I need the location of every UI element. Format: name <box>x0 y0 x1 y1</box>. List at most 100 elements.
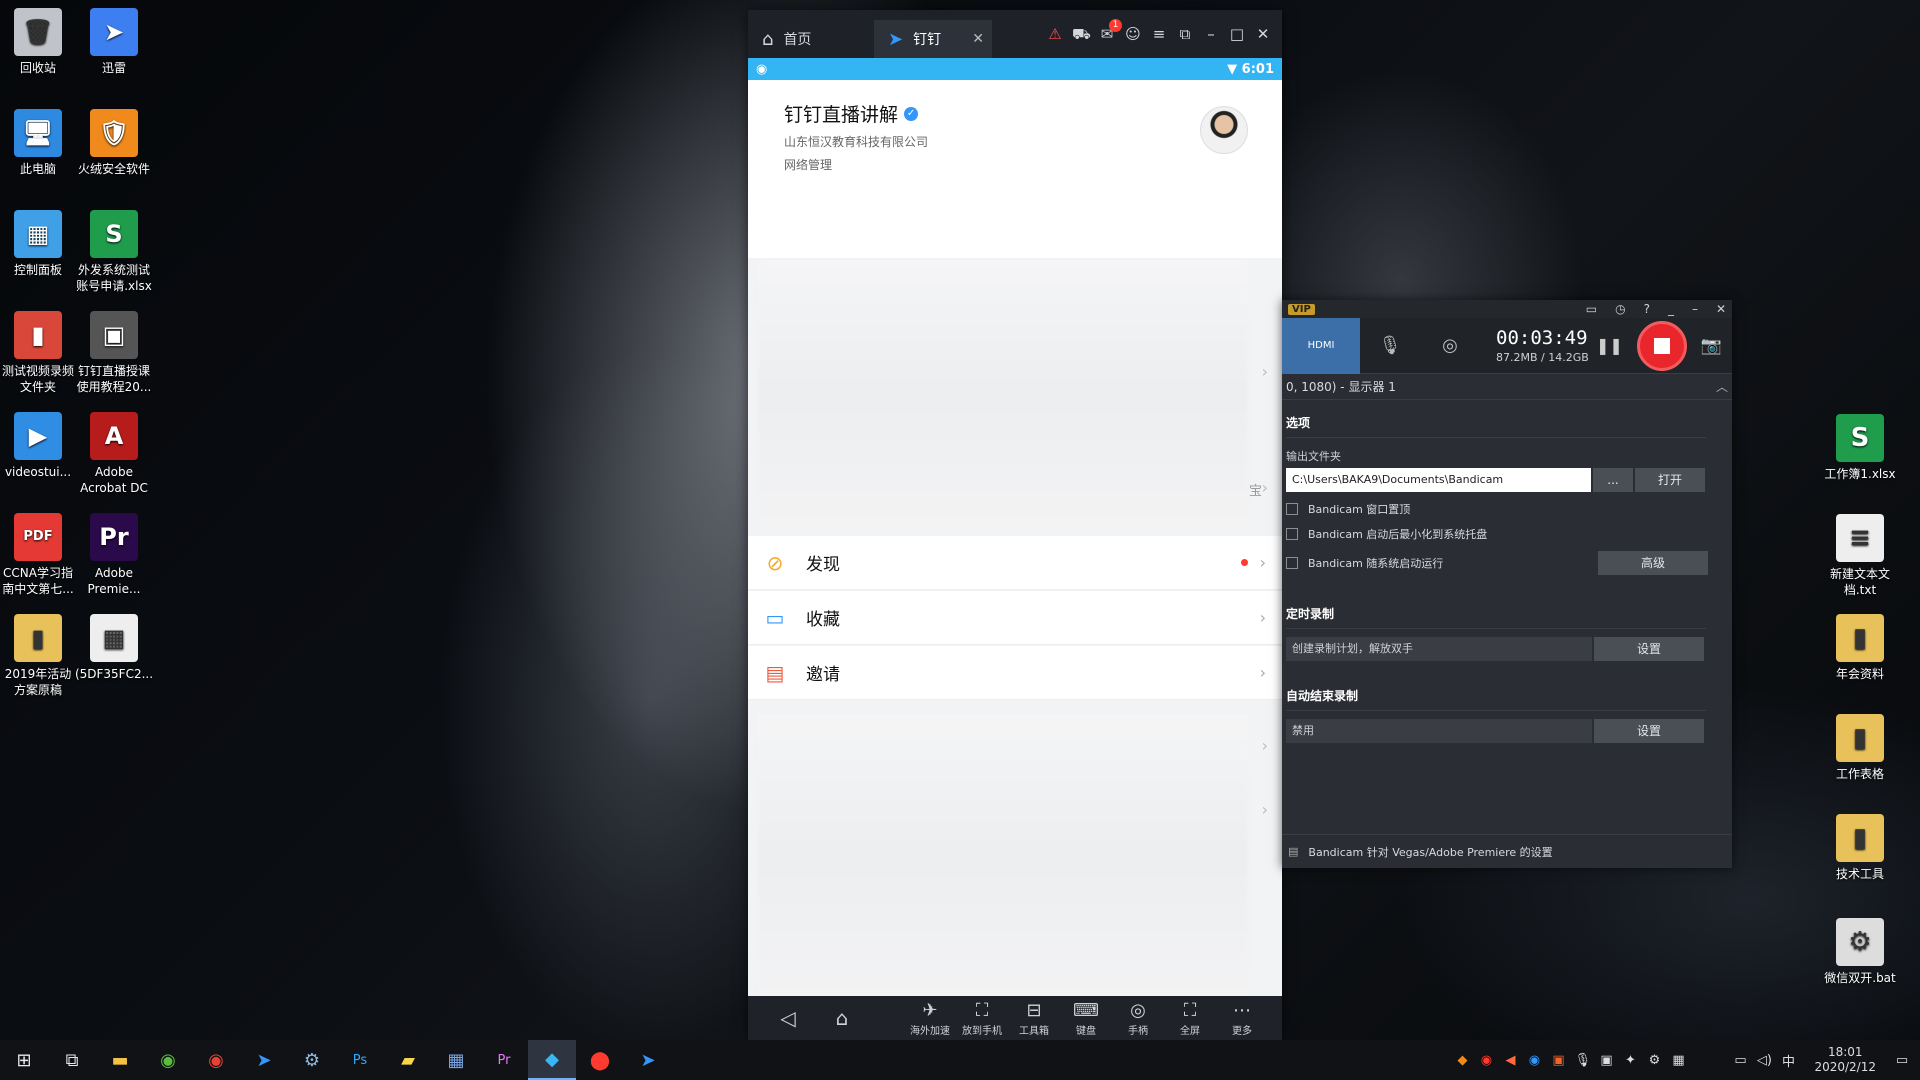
pause-icon[interactable]: ❚❚ <box>1596 336 1623 355</box>
file-explorer-button[interactable]: ▬ <box>96 1040 144 1080</box>
profile-card[interactable]: 钉钉直播讲解 ✓ 山东恒汉教育科技有限公司 网络管理 <box>748 80 1282 258</box>
sticky-notes-button[interactable]: ▰ <box>384 1040 432 1080</box>
network-icon[interactable]: ▭ <box>1732 1053 1748 1068</box>
desktop-icon[interactable]: A Adobe Acrobat DC <box>72 412 156 496</box>
browse-button[interactable]: ... <box>1593 468 1633 492</box>
footer-link[interactable]: Bandicam 针对 Vegas/Adobe Premiere 的设置 <box>1308 844 1552 860</box>
tab-dingtalk[interactable]: ➤ 钉钉 ✕ <box>874 20 992 58</box>
camera-icon[interactable]: 📷 <box>1701 336 1722 356</box>
desktop-icon[interactable]: S 外发系统测试 账号申请.xlsx <box>72 210 156 294</box>
checkbox[interactable] <box>1286 528 1298 540</box>
browser-button[interactable]: ◉ <box>144 1040 192 1080</box>
warning-icon[interactable]: ⚠ <box>1046 25 1064 43</box>
minimize-icon[interactable]: – <box>1692 302 1698 316</box>
desktop-icon[interactable]: ▮ 测试视频录频 文件夹 <box>0 311 80 395</box>
menu-icon[interactable]: ≡ <box>1150 25 1168 43</box>
start-button[interactable]: ⊞ <box>0 1040 48 1080</box>
network-app-icon[interactable]: ▣ <box>1598 1053 1614 1068</box>
emulator-tool-button[interactable]: ⛶ 放到手机 <box>962 1000 1002 1037</box>
desktop-icon[interactable]: ≡ 新建文本文 档.txt <box>1818 514 1902 598</box>
shield-icon[interactable]: ◆ <box>1454 1053 1470 1068</box>
close-icon[interactable]: ✕ <box>1716 302 1726 316</box>
arrow-icon[interactable]: ◀ <box>1502 1053 1518 1068</box>
chrome-button[interactable]: ◉ <box>192 1040 240 1080</box>
hdmi-mode-button[interactable]: HDMI <box>1282 317 1360 374</box>
mail-icon[interactable]: ✉ 1 <box>1098 19 1122 43</box>
desktop-icon[interactable]: ▶ videostui... <box>0 412 80 480</box>
maximize-icon[interactable]: □ <box>1228 25 1246 43</box>
desktop-icon[interactable]: ▦ (5DF35FC2... <box>72 614 156 682</box>
folder-icon[interactable]: ▭ <box>1586 302 1597 316</box>
desktop-icon[interactable]: ▦ 控制面板 <box>0 210 80 278</box>
chevron-right-icon[interactable]: › <box>1262 478 1268 497</box>
desktop-icon[interactable]: ▣ 钉钉直播授课 使用教程20... <box>72 311 156 395</box>
auto-stop-settings-button[interactable]: 设置 <box>1594 719 1704 743</box>
emulator-button[interactable]: ◆ <box>528 1040 576 1080</box>
back-icon[interactable]: ◁ <box>768 1006 808 1030</box>
premiere-button[interactable]: Pr <box>480 1040 528 1080</box>
app-button[interactable]: ▦ <box>432 1040 480 1080</box>
home-nav-icon[interactable]: ⌂ <box>822 1006 862 1030</box>
timer-settings-button[interactable]: 设置 <box>1594 637 1704 661</box>
output-folder-input[interactable]: C:\Users\BAKA9\Documents\Bandicam <box>1286 468 1591 492</box>
photoshop-button[interactable]: Ps <box>336 1040 384 1080</box>
emulator-tool-button[interactable]: ⛶ 全屏 <box>1170 1000 1210 1037</box>
desktop-icon[interactable]: ➤ 迅雷 <box>72 8 156 76</box>
menu-item[interactable]: ▭ 收藏 › <box>748 591 1282 645</box>
menu-item[interactable]: ⊘ 发现 › <box>748 536 1282 590</box>
help-icon[interactable]: ? <box>1644 302 1650 316</box>
steam-button[interactable]: ⚙ <box>288 1040 336 1080</box>
chevron-up-icon[interactable]: ︿ <box>1716 378 1728 395</box>
restore-icon[interactable]: ⧉ <box>1176 25 1194 43</box>
emulator-tool-button[interactable]: ◎ 手柄 <box>1118 1000 1158 1037</box>
task-view-button[interactable]: ⧉ <box>48 1040 96 1080</box>
ime-indicator[interactable]: 中 <box>1780 1051 1796 1070</box>
minimize-icon[interactable]: – <box>1202 25 1220 43</box>
checkbox[interactable] <box>1286 503 1298 515</box>
emulator-tool-button[interactable]: ⌨ 键盘 <box>1066 1000 1106 1037</box>
emulator-tool-button[interactable]: ⋯ 更多 <box>1222 1000 1262 1037</box>
desktop-icon[interactable]: ▮ 2019年活动 方案原稿 <box>0 614 80 698</box>
bandicam-button[interactable]: ⬤ <box>576 1040 624 1080</box>
desktop-icon[interactable]: ▮ 工作表格 <box>1818 714 1902 782</box>
dingtalk-icon[interactable]: ◉ <box>1526 1053 1542 1068</box>
wechat-icon[interactable]: ✦ <box>1622 1053 1638 1068</box>
dingtalk-button[interactable]: ➤ <box>240 1040 288 1080</box>
region-bar[interactable]: 0, 1080) - 显示器 1 ︿ <box>1282 374 1732 400</box>
desktop-icon[interactable]: 🖥 此电脑 <box>0 109 80 177</box>
chevron-right-icon[interactable]: › <box>1262 362 1268 381</box>
bandicam-footer[interactable]: ▤ Bandicam 针对 Vegas/Adobe Premiere 的设置 <box>1282 834 1732 868</box>
microphone-icon[interactable]: 🎙 <box>1574 1053 1591 1068</box>
user-icon[interactable]: ☺ <box>1124 25 1142 43</box>
desktop-icon[interactable]: 🗑 回收站 <box>0 8 80 76</box>
chevron-right-icon[interactable]: › <box>1262 800 1268 819</box>
advanced-button[interactable]: 高级 <box>1598 551 1708 575</box>
avatar[interactable] <box>1200 106 1248 154</box>
clock-icon[interactable]: ◷ <box>1615 302 1625 316</box>
checkbox-minimize[interactable]: Bandicam 启动后最小化到系统托盘 <box>1286 526 1728 542</box>
steam-icon[interactable]: ⚙ <box>1646 1053 1662 1068</box>
emulator-tool-button[interactable]: ✈ 海外加速 <box>910 1000 950 1037</box>
desktop-icon[interactable]: PDF CCNA学习指 南中文第七... <box>0 513 80 597</box>
webcam-button[interactable]: ◎ <box>1420 318 1480 374</box>
notification-icon[interactable]: ▭ <box>1894 1053 1910 1068</box>
checkbox-autostart[interactable]: Bandicam 随系统启动运行 高级 <box>1286 551 1728 575</box>
tab-home[interactable]: ⌂ 首页 <box>748 20 874 58</box>
record-icon[interactable]: ◉ <box>1478 1053 1494 1068</box>
menu-item[interactable]: ▤ 邀请 › <box>748 646 1282 700</box>
cart-icon[interactable]: ⛟ <box>1072 25 1091 43</box>
desktop-icon[interactable]: ▮ 年会资料 <box>1818 614 1902 682</box>
grid-icon[interactable]: ▦ <box>1670 1053 1686 1068</box>
close-tab-icon[interactable]: ✕ <box>972 31 984 47</box>
chevron-right-icon[interactable]: › <box>1262 736 1268 755</box>
clock[interactable]: 18:01 2020/2/12 <box>1814 1045 1876 1075</box>
dingtalk-button-2[interactable]: ➤ <box>624 1040 672 1080</box>
volume-icon[interactable]: ◁) <box>1756 1053 1772 1068</box>
emulator-tool-button[interactable]: ⊟ 工具箱 <box>1014 1000 1054 1037</box>
close-icon[interactable]: ✕ <box>1254 25 1272 43</box>
desktop-icon[interactable]: 🛡 火绒安全软件 <box>72 109 156 177</box>
desktop-icon[interactable]: ▮ 技术工具 <box>1818 814 1902 882</box>
checkbox[interactable] <box>1286 557 1298 569</box>
app-icon[interactable]: ▣ <box>1550 1053 1566 1068</box>
desktop-icon[interactable]: ⚙ 微信双开.bat <box>1818 918 1902 986</box>
